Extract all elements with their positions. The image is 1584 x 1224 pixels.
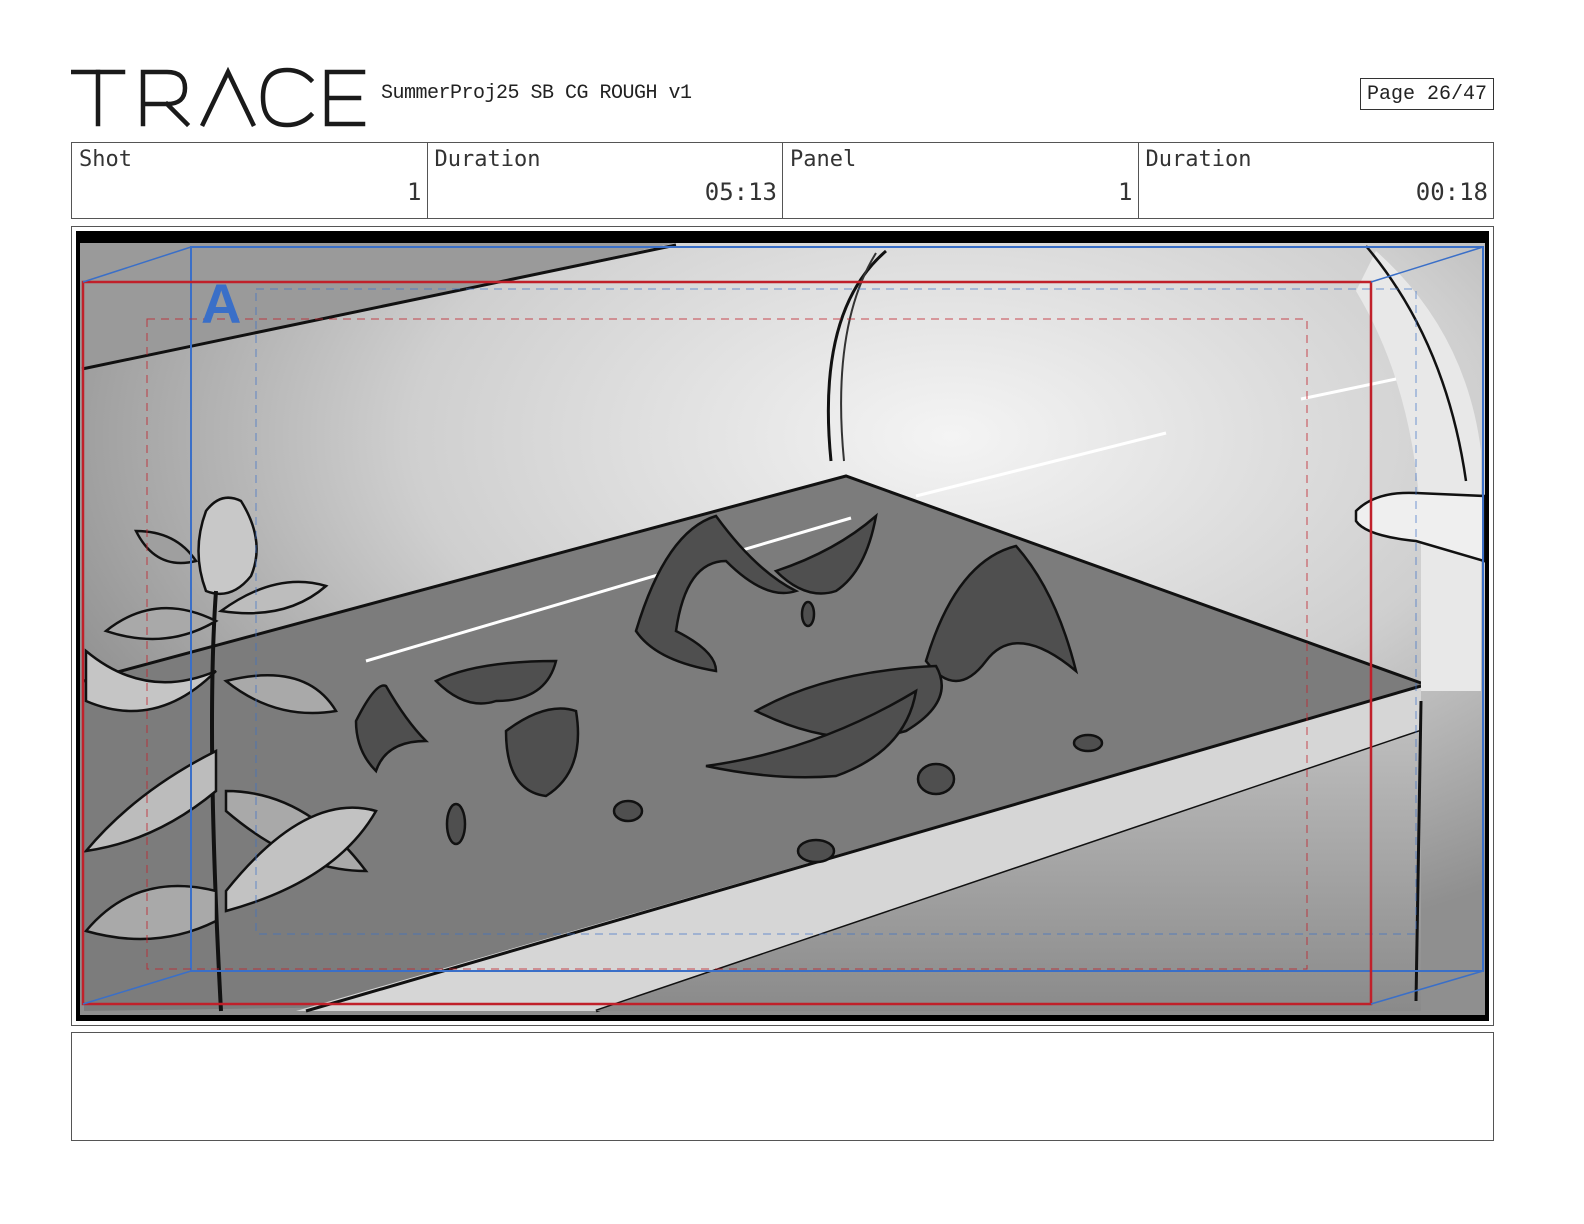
shot-info-table: Shot 1 Duration 05:13 Panel 1 Duration 0…: [71, 142, 1494, 219]
shot-duration-cell: Duration 05:13: [428, 143, 783, 218]
shot-label: Shot: [79, 147, 132, 172]
panel-label: Panel: [790, 147, 857, 172]
camera-label: A: [201, 272, 241, 335]
panel-duration-cell: Duration 00:18: [1139, 143, 1494, 218]
trace-logo: [71, 66, 366, 128]
shot-duration-label: Duration: [434, 147, 541, 172]
page-indicator: Page 26/47: [1359, 78, 1494, 110]
notes-box[interactable]: [71, 1032, 1494, 1141]
panel-cell: Panel 1: [783, 143, 1139, 218]
storyboard-drawing: A: [76, 231, 1489, 1021]
shot-value: 1: [407, 178, 422, 206]
panel-duration-value: 00:18: [1415, 178, 1488, 206]
project-title: SummerProj25 SB CG ROUGH v1: [381, 82, 692, 105]
panel-duration-label: Duration: [1145, 147, 1252, 172]
shot-duration-value: 05:13: [704, 178, 777, 206]
shot-cell: Shot 1: [72, 143, 428, 218]
panel-value: 1: [1118, 178, 1133, 206]
